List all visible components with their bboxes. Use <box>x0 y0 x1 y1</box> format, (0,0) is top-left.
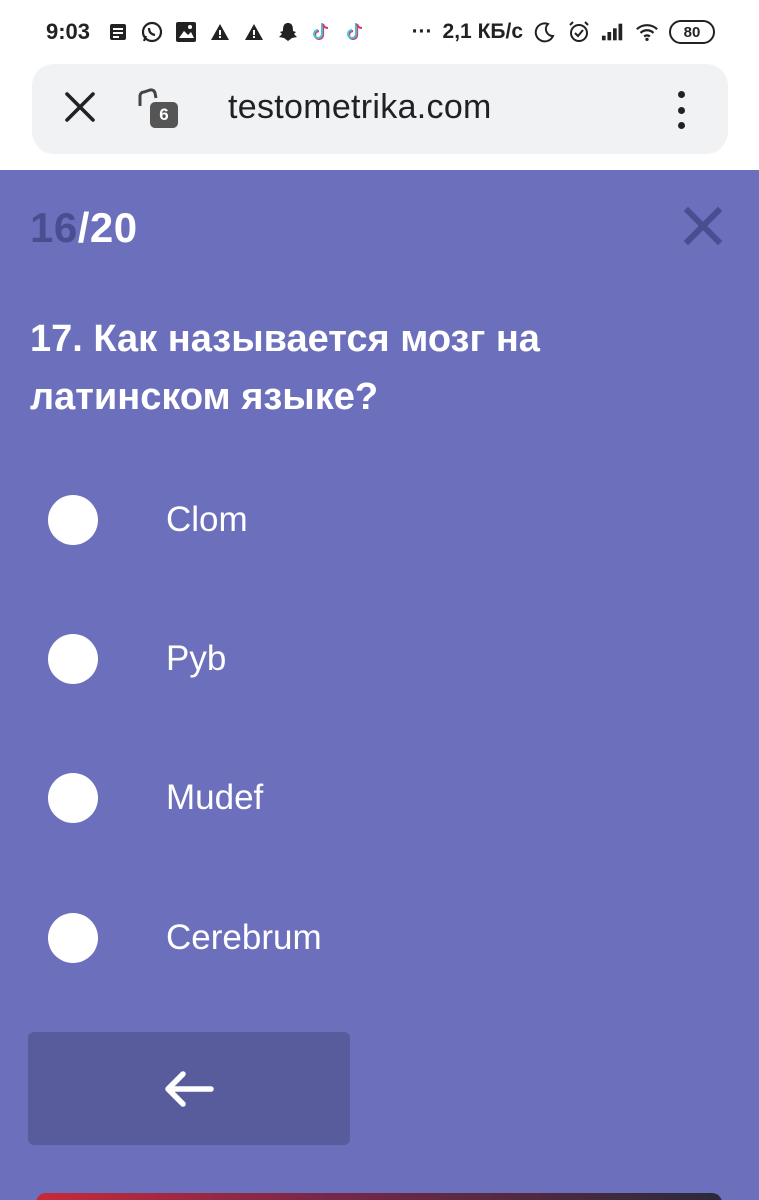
alarm-icon <box>567 20 591 44</box>
browser-menu-button[interactable] <box>666 88 696 132</box>
radio-button[interactable] <box>48 913 98 963</box>
battery-indicator: 80 <box>669 20 715 44</box>
url-text[interactable]: testometrika.com <box>228 88 492 127</box>
signal-icon <box>601 20 625 44</box>
notes-icon <box>106 20 130 44</box>
gallery-icon <box>174 20 198 44</box>
moon-icon <box>533 20 557 44</box>
close-icon <box>65 92 95 122</box>
answer-option[interactable]: Clom <box>0 470 759 570</box>
tab-count: 6 <box>150 102 178 128</box>
next-panel-edge <box>36 1193 722 1200</box>
snapchat-icon <box>276 20 300 44</box>
back-button[interactable] <box>28 1032 350 1145</box>
radio-button[interactable] <box>48 773 98 823</box>
dot-icon <box>677 91 685 98</box>
current-question-number: 16 <box>30 204 78 251</box>
answer-label: Cerebrum <box>166 918 322 957</box>
tabs-button[interactable]: 6 <box>136 84 184 132</box>
more-notifications: ··· <box>411 20 433 43</box>
radio-button[interactable] <box>48 634 98 684</box>
tiktok-icon <box>310 20 334 44</box>
total-questions: 20 <box>89 204 138 251</box>
status-right: ··· 2,1 КБ/с 80 <box>412 20 715 44</box>
answer-label: Mudef <box>166 778 264 817</box>
whatsapp-icon <box>140 20 164 44</box>
question-counter: 16/20 <box>30 204 138 252</box>
dot-icon <box>677 122 685 129</box>
close-tab-button[interactable] <box>60 87 100 127</box>
radio-button[interactable] <box>48 495 98 545</box>
quiz-close-button[interactable] <box>683 206 723 246</box>
warning-icon <box>242 20 266 44</box>
counter-separator: / <box>77 204 90 251</box>
answer-option[interactable]: Cerebrum <box>0 888 759 988</box>
tiktok-icon <box>344 20 368 44</box>
answer-label: Pyb <box>166 639 227 678</box>
answer-option[interactable]: Mudef <box>0 748 759 848</box>
status-bar: 9:03 ··· 2,1 КБ/с 80 <box>0 0 759 64</box>
wifi-icon <box>635 20 659 44</box>
arrow-left-icon <box>165 1070 214 1107</box>
answer-option[interactable]: Pyb <box>0 609 759 709</box>
notification-icons <box>106 20 368 44</box>
close-icon <box>683 206 723 246</box>
url-bar[interactable]: 6 testometrika.com <box>32 64 728 154</box>
network-speed: 2,1 КБ/с <box>442 20 523 43</box>
browser-toolbar: 6 testometrika.com <box>0 64 759 170</box>
quiz-screen: 16/20 17. Как называется мозг на латинск… <box>0 170 759 1200</box>
warning-icon <box>208 20 232 44</box>
dot-icon <box>677 106 685 114</box>
answer-label: Clom <box>166 500 248 539</box>
status-time: 9:03 <box>46 19 91 44</box>
question-text: 17. Как называется мозг на латинском язы… <box>30 318 540 418</box>
